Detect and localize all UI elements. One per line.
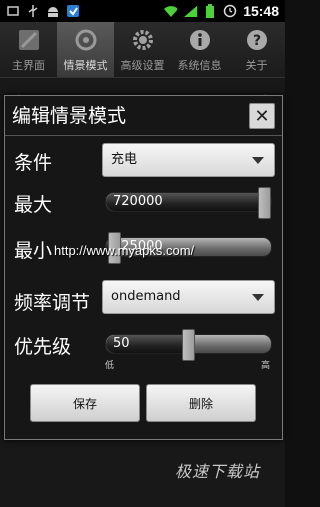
status-bar: 15:48 xyxy=(0,0,285,22)
svg-text:?: ? xyxy=(252,33,260,49)
help-icon: ? xyxy=(244,27,270,53)
save-button[interactable]: 保存 xyxy=(30,384,140,422)
tab-profile-label: 情景模式 xyxy=(63,59,108,72)
tab-about[interactable]: ? 关于 xyxy=(228,22,285,77)
chevron-down-icon xyxy=(252,294,264,301)
tab-advanced[interactable]: 高级设置 xyxy=(114,22,171,77)
min-label: 最小 xyxy=(14,240,53,262)
android-debug-icon xyxy=(46,4,60,18)
info-icon xyxy=(187,27,213,53)
alarm-icon xyxy=(223,4,237,18)
tab-bar: 主界面 情景模式 高级设置 系统信息 ? 关于 xyxy=(0,22,285,78)
screen-icon xyxy=(16,27,42,53)
max-value: 720000 xyxy=(113,194,163,209)
wifi-icon xyxy=(163,4,178,18)
condition-label: 条件 xyxy=(14,152,53,174)
dialog-title: 编辑情景模式 xyxy=(5,96,282,136)
watermark-brand: 极速下载站 xyxy=(175,462,261,481)
tab-main-label: 主界面 xyxy=(12,59,45,72)
priority-value: 50 xyxy=(113,336,130,351)
status-time: 15:48 xyxy=(243,3,279,19)
condition-value: 充电 xyxy=(111,152,138,167)
watermark-url: http://www.myapks.com/ xyxy=(54,243,195,258)
profile-icon xyxy=(73,27,99,53)
close-button[interactable]: ✕ xyxy=(249,103,275,129)
gear-icon xyxy=(130,27,156,53)
tab-about-label: 关于 xyxy=(245,59,268,72)
usb-icon xyxy=(26,4,40,18)
notification-icon xyxy=(6,4,20,18)
close-icon: ✕ xyxy=(254,105,270,127)
signal-icon xyxy=(183,4,198,18)
max-label: 最大 xyxy=(14,194,53,216)
governor-value: ondemand xyxy=(111,289,181,304)
app-notification-icon xyxy=(66,4,80,18)
priority-seekbar-thumb[interactable] xyxy=(181,329,195,361)
governor-label: 频率调节 xyxy=(14,292,91,314)
max-seekbar[interactable]: 720000 xyxy=(105,187,272,219)
priority-seekbar[interactable]: 50 xyxy=(105,329,272,361)
tab-profile[interactable]: 情景模式 xyxy=(57,22,114,77)
priority-low-label: 低 xyxy=(105,361,115,371)
chevron-down-icon xyxy=(252,157,264,164)
tab-system-info[interactable]: 系统信息 xyxy=(171,22,228,77)
tab-system-info-label: 系统信息 xyxy=(177,59,222,72)
delete-button[interactable]: 删除 xyxy=(146,384,256,422)
max-seekbar-thumb[interactable] xyxy=(257,187,271,219)
battery-icon xyxy=(203,3,217,18)
edit-profile-dialog: 编辑情景模式 ✕ 条件 充电 最大 720000 最小 125000 频率调节 … xyxy=(4,95,283,440)
tab-advanced-label: 高级设置 xyxy=(120,59,165,72)
tab-main[interactable]: 主界面 xyxy=(0,22,57,77)
priority-label: 优先级 xyxy=(14,336,72,358)
condition-spinner[interactable]: 充电 xyxy=(102,143,275,177)
priority-high-label: 高 xyxy=(261,361,271,371)
governor-spinner[interactable]: ondemand xyxy=(102,280,275,314)
